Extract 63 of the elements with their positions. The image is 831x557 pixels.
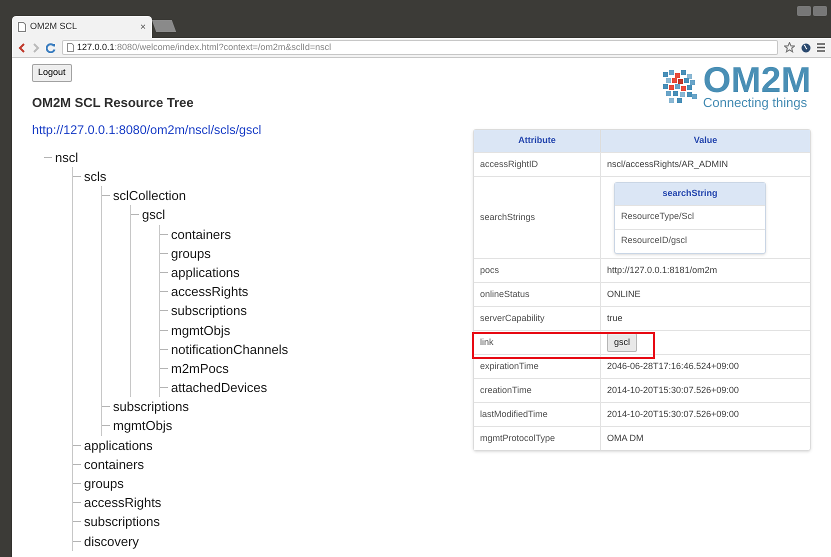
tree-node[interactable]: mgmtObjs (113, 419, 172, 432)
tree-node[interactable]: applications (84, 438, 153, 452)
tree-node[interactable]: scls (84, 170, 106, 184)
table-cell-text: http://127.0.0.1:8181/om2m (607, 264, 718, 277)
tree-node[interactable]: subscriptions (84, 515, 160, 528)
page-icon (18, 22, 26, 32)
table-cell-text: 2046-06-28T17:16:46.524+09:00 (607, 360, 739, 373)
table-cell-text: ONLINE (607, 288, 641, 301)
star-icon[interactable] (784, 42, 795, 53)
table-cell-text: OMA DM (607, 432, 644, 445)
tree-node[interactable]: accessRights (84, 496, 162, 510)
table-cell: ResourceType/Scl (615, 204, 765, 228)
resource-link[interactable]: http://127.0.0.1:8080/om2m/nscl/scls/gscl (32, 121, 461, 140)
tab-title: OM2M SCL (30, 20, 78, 34)
table-cell-text: serverCapability (480, 312, 545, 325)
tree-node[interactable]: groups (171, 246, 211, 260)
tree-node[interactable]: notificationChannels (171, 342, 288, 356)
tree-node[interactable]: mgmtObjs (171, 324, 230, 337)
browser-tab[interactable]: OM2M SCL × (12, 16, 152, 38)
table-cell-text: expirationTime (480, 360, 539, 373)
url-text: 127.0.0.1:8080/welcome/index.html?context=/om2m&sclId=nscl (77, 40, 332, 54)
tree-node[interactable]: m2mPocs (171, 362, 229, 375)
tree-node[interactable]: containers (84, 458, 144, 471)
table-cell-text: onlineStatus (480, 288, 530, 301)
column-header: searchString (615, 182, 765, 204)
logo-name: OM2M (703, 64, 811, 96)
menu-icon[interactable] (817, 43, 825, 52)
table-cell-text: accessRightID (480, 158, 538, 171)
tree-node[interactable]: discovery (84, 534, 139, 548)
table-cell-text: 2014-10-20T15:30:07.526+09:00 (607, 384, 739, 397)
tree-node[interactable]: accessRights (171, 285, 248, 298)
tree-node[interactable]: groups (84, 477, 124, 490)
link-button[interactable]: gscl (607, 332, 638, 352)
table-cell-text: searchStrings (480, 210, 536, 224)
back-icon[interactable] (18, 42, 26, 52)
logo-tagline: Connecting things (703, 96, 808, 109)
column-header: Value (692, 134, 718, 148)
tree-node[interactable]: subscriptions (113, 400, 189, 414)
table-cell-text: lastModifiedTime (480, 408, 548, 421)
tree-node[interactable]: attachedDevices (171, 381, 268, 394)
address-bar[interactable]: 127.0.0.1:8080/welcome/index.html?context=/om2m&sclId=nscl (62, 40, 778, 55)
table-cell-text: 2014-10-20T15:30:07.526+09:00 (607, 408, 739, 421)
table-cell-text: true (607, 312, 623, 325)
tree-node[interactable]: nscl (55, 150, 78, 164)
tree-node[interactable]: sclCollection (113, 189, 186, 202)
page-title: OM2M SCL Resource Tree (32, 94, 195, 112)
tree-node[interactable]: applications (171, 266, 240, 279)
page-icon (67, 43, 74, 52)
table-cell-text: creationTime (480, 384, 532, 397)
close-button[interactable]: × (140, 20, 146, 34)
table-cell-text: nscl/accessRights/AR_ADMIN (607, 158, 728, 171)
logo-icon (663, 70, 699, 104)
reload-icon[interactable] (46, 42, 56, 52)
table-cell-text: pocs (480, 264, 500, 277)
table-cell-text: link (480, 336, 494, 349)
new-tab-button[interactable] (152, 20, 176, 32)
table-cell: ResourceID/gscl (615, 228, 765, 252)
table-cell-text: mgmtProtocolType (480, 432, 556, 445)
tree-node[interactable]: gscl (142, 208, 166, 222)
column-header: Attribute (474, 130, 601, 152)
tree-node[interactable]: containers (171, 228, 231, 241)
logout-button[interactable]: Logout (32, 64, 72, 82)
tree-node[interactable]: subscriptions (171, 304, 247, 318)
